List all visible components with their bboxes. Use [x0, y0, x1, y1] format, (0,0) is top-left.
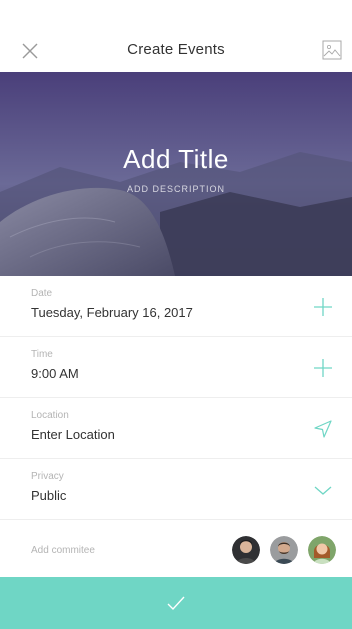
app-header: Create Events	[0, 0, 352, 72]
committee-avatars	[232, 536, 336, 564]
privacy-value[interactable]: Public	[31, 488, 66, 503]
date-value[interactable]: Tuesday, February 16, 2017	[31, 305, 193, 320]
navigation-arrow-icon[interactable]	[312, 418, 334, 440]
privacy-label: Privacy	[31, 471, 64, 482]
time-value[interactable]: 9:00 AM	[31, 366, 79, 381]
time-field[interactable]: Time 9:00 AM	[0, 337, 352, 398]
committee-row[interactable]: Add commitee	[0, 521, 352, 577]
chevron-down-icon[interactable]	[312, 479, 334, 501]
event-title-input[interactable]: Add Title	[0, 144, 352, 175]
avatar[interactable]	[270, 536, 298, 564]
avatar[interactable]	[308, 536, 336, 564]
image-icon[interactable]	[322, 40, 342, 60]
location-field[interactable]: Location Enter Location	[0, 398, 352, 459]
add-committee-label: Add commitee	[31, 545, 95, 556]
cover-image[interactable]: Add Title ADD DESCRIPTION	[0, 72, 352, 276]
event-description-input[interactable]: ADD DESCRIPTION	[0, 184, 352, 194]
create-event-button[interactable]	[0, 577, 352, 629]
avatar[interactable]	[232, 536, 260, 564]
time-label: Time	[31, 349, 53, 360]
location-input[interactable]: Enter Location	[31, 427, 115, 442]
location-label: Location	[31, 410, 69, 421]
page-title: Create Events	[127, 41, 225, 58]
date-label: Date	[31, 288, 53, 299]
privacy-field[interactable]: Privacy Public	[0, 459, 352, 520]
plus-icon[interactable]	[312, 357, 334, 379]
plus-icon[interactable]	[312, 296, 334, 318]
check-icon	[167, 596, 185, 611]
date-field[interactable]: Date Tuesday, February 16, 2017	[0, 276, 352, 337]
